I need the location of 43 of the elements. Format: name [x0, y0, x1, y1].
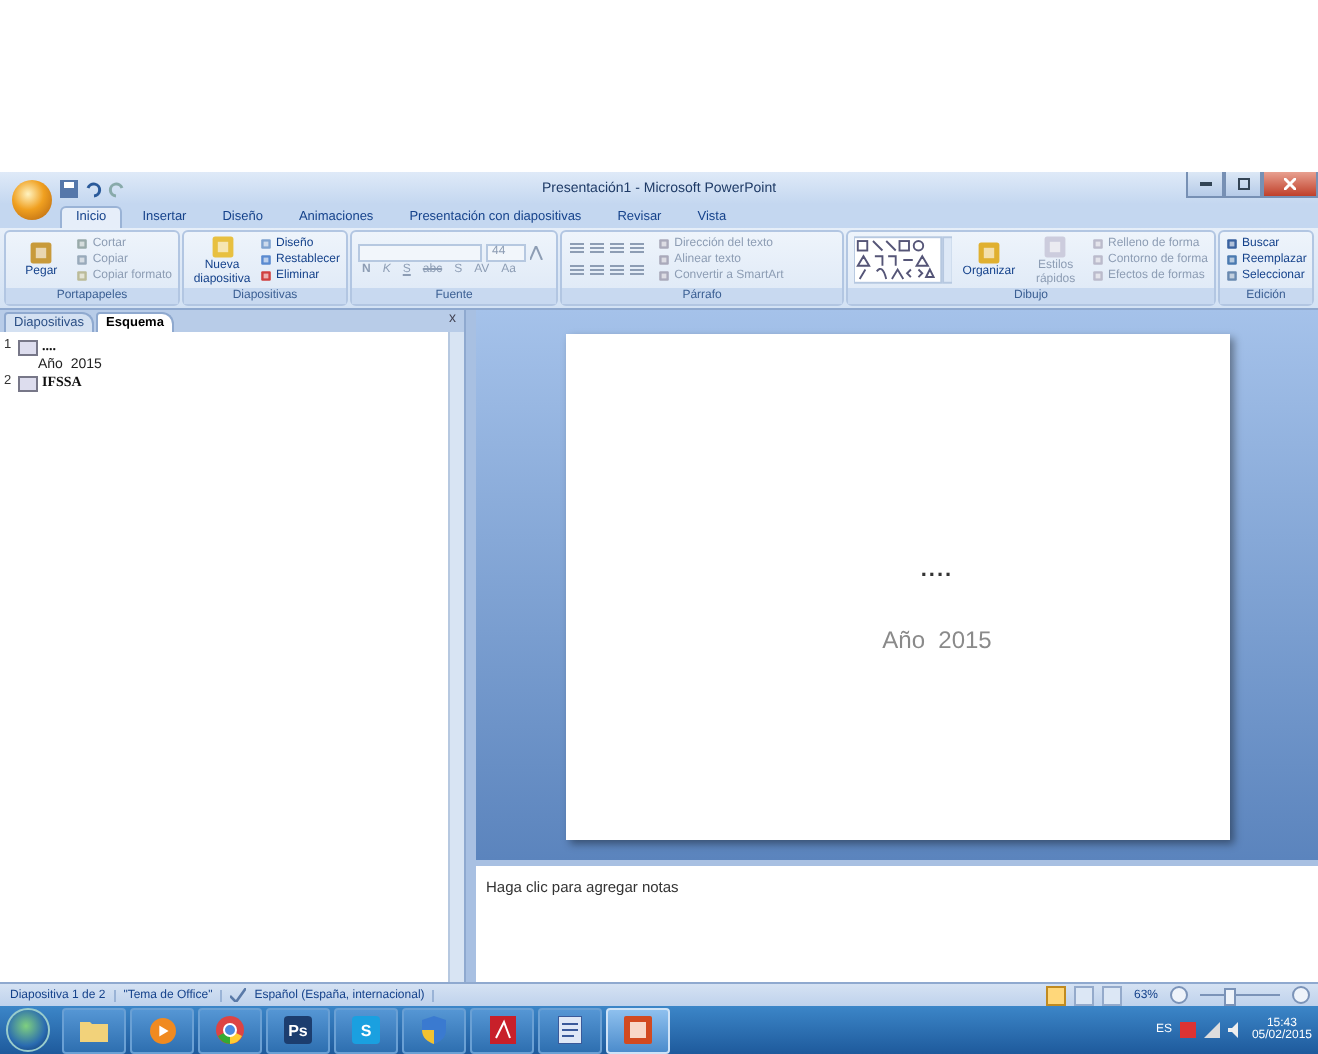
close-icon: [1284, 178, 1296, 190]
view-button[interactable]: [1101, 985, 1122, 1005]
app-tile-icon: Ps: [284, 1016, 312, 1044]
view-button[interactable]: [1073, 985, 1094, 1005]
slide-title[interactable]: ....: [920, 558, 954, 582]
taskbar-button[interactable]: [538, 1007, 602, 1053]
start-button[interactable]: [6, 1008, 50, 1052]
save-icon[interactable]: [60, 179, 78, 197]
taskbar-button[interactable]: [198, 1007, 262, 1053]
office-button[interactable]: [12, 180, 52, 220]
shapes-gallery-drawing[interactable]: [854, 236, 953, 284]
document-icon: [558, 1016, 582, 1044]
restore-button[interactable]: [1224, 172, 1262, 198]
minimize-button[interactable]: [1186, 172, 1224, 198]
network-icon[interactable]: [1203, 1022, 1220, 1038]
presentation-icon: [624, 1016, 652, 1044]
redo-icon[interactable]: [108, 179, 126, 197]
slide-subtitle[interactable]: Año 2015: [882, 626, 992, 654]
shield-icon: [422, 1016, 446, 1044]
pdf-icon: [489, 1016, 515, 1044]
minimize-icon: [1199, 182, 1211, 186]
taskbar-button[interactable]: [62, 1007, 126, 1053]
zoom-in-button[interactable]: [1292, 986, 1310, 1004]
close-button[interactable]: [1262, 172, 1318, 198]
speaker-icon[interactable]: [1227, 1022, 1244, 1038]
view-button[interactable]: [1045, 985, 1066, 1005]
undo-icon[interactable]: [84, 179, 102, 197]
play-icon: [149, 1017, 175, 1043]
zoom-out-button[interactable]: [1170, 986, 1188, 1004]
zoom-slider-thumb[interactable]: [1224, 988, 1236, 1006]
restore-icon: [1237, 178, 1249, 190]
taskbar-button[interactable]: Ps: [266, 1007, 330, 1053]
browser-icon: [216, 1016, 244, 1044]
font-name-field[interactable]: [358, 244, 483, 262]
taskbar-button[interactable]: [130, 1007, 194, 1053]
slide[interactable]: .... Año 2015: [565, 334, 1229, 840]
scrollbar[interactable]: [448, 332, 464, 982]
taskbar-button[interactable]: [470, 1007, 534, 1053]
app-tile-icon: S: [352, 1016, 380, 1044]
folder-icon: [80, 1018, 108, 1042]
grow-font-icon[interactable]: [530, 246, 547, 260]
taskbar-button[interactable]: [402, 1007, 466, 1053]
spelling-check-icon[interactable]: [230, 988, 247, 1002]
